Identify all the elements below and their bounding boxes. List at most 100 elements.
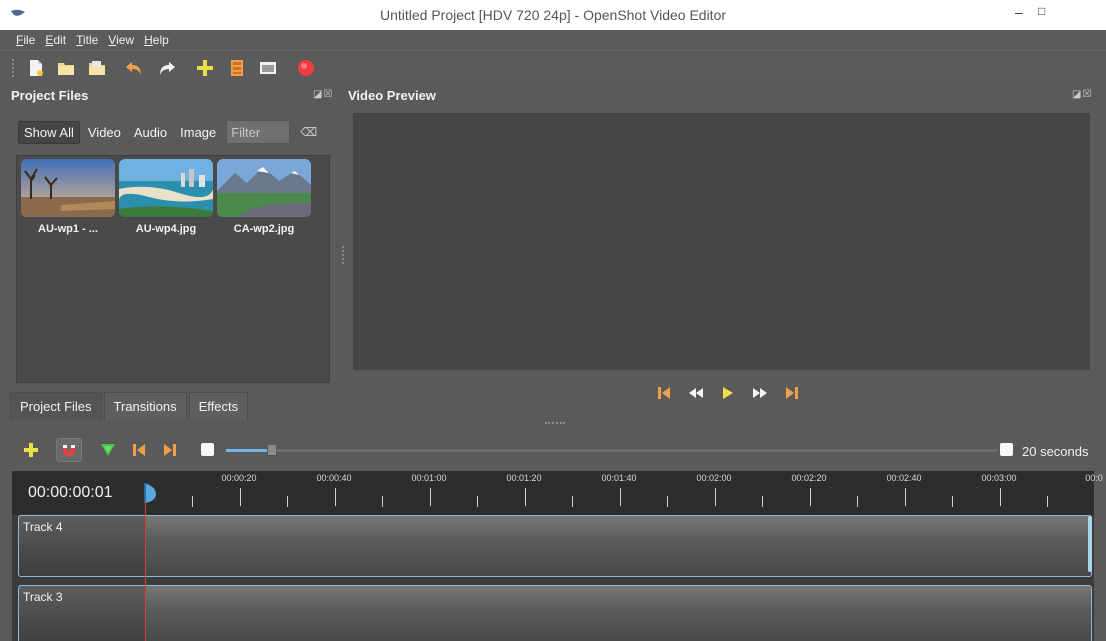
maximize-button[interactable]: □	[1038, 4, 1045, 18]
add-track-icon[interactable]	[18, 438, 44, 462]
project-files-list[interactable]: AU-wp1 - ... AU-wp4.jpg CA-wp2.jpg	[16, 155, 330, 383]
horizontal-splitter[interactable]	[545, 422, 565, 424]
save-project-icon[interactable]	[87, 58, 107, 78]
title-bar: Untitled Project [HDV 720 24p] - OpenSho…	[0, 0, 1106, 30]
file-thumbnail	[217, 159, 311, 217]
dock-float-close-icon[interactable]: ◪☒	[1072, 89, 1092, 100]
play-icon[interactable]	[712, 383, 744, 403]
timeline-scrollbar[interactable]	[1088, 516, 1092, 572]
toolbar-grip[interactable]	[12, 59, 15, 77]
ruler-tick	[192, 496, 193, 507]
transport-controls	[648, 383, 808, 403]
track-header[interactable]: Track 4	[19, 516, 146, 576]
file-item[interactable]: CA-wp2.jpg	[216, 159, 312, 235]
file-label: CA-wp2.jpg	[233, 223, 295, 235]
filter-audio-button[interactable]: Audio	[129, 122, 172, 143]
filter-show-all-button[interactable]: Show All	[18, 120, 80, 144]
filter-video-button[interactable]: Video	[83, 122, 126, 143]
ruler-tick	[1047, 496, 1048, 507]
ruler-tick	[430, 488, 431, 506]
open-project-icon[interactable]	[56, 58, 76, 78]
zoom-out-checkbox[interactable]	[201, 443, 214, 456]
ruler-tick-label: 00:00:20	[221, 473, 257, 483]
video-preview-canvas	[353, 113, 1090, 370]
menu-file[interactable]: File	[12, 30, 39, 50]
track-row[interactable]: Track 3	[18, 585, 1092, 641]
redo-icon[interactable]	[157, 58, 177, 78]
export-icon[interactable]	[258, 58, 278, 78]
ruler-tick-label: 00:01:20	[506, 473, 542, 483]
jump-to-start-icon[interactable]	[648, 383, 680, 403]
zoom-label: 20 seconds	[1022, 444, 1089, 459]
zoom-slider-track[interactable]	[226, 449, 998, 452]
ruler-tick	[857, 496, 858, 507]
rewind-icon[interactable]	[680, 383, 712, 403]
ruler-tick-label: 00:03:00	[981, 473, 1017, 483]
add-marker-icon[interactable]	[95, 438, 121, 462]
ruler-tick-label: 00:01:00	[411, 473, 447, 483]
ruler-tick	[762, 496, 763, 507]
dock-tabs: Project Files Transitions Effects	[10, 392, 250, 420]
ruler-tick-label: 00:0	[1085, 473, 1103, 483]
zoom-slider-handle[interactable]	[267, 444, 277, 456]
minimize-button[interactable]: –	[1015, 4, 1023, 20]
track-header[interactable]: Track 3	[19, 586, 146, 641]
tab-effects[interactable]: Effects	[188, 392, 249, 420]
dock-float-close-icon[interactable]: ◪☒	[313, 89, 333, 100]
menu-view[interactable]: View	[104, 30, 138, 50]
file-label: AU-wp1 - ...	[38, 223, 98, 235]
ruler-tick	[335, 488, 336, 506]
record-icon[interactable]	[296, 58, 316, 78]
menu-help[interactable]: Help	[140, 30, 173, 50]
main-toolbar	[0, 50, 1106, 84]
ruler-tick-label: 00:00:40	[316, 473, 352, 483]
ruler-tick	[1000, 488, 1001, 506]
ruler-tick-label: 00:01:40	[601, 473, 637, 483]
next-marker-icon[interactable]	[157, 438, 183, 462]
ruler-tick	[572, 496, 573, 507]
file-label: AU-wp4.jpg	[135, 223, 197, 235]
ruler-tick	[715, 488, 716, 506]
ruler-tick	[382, 496, 383, 507]
tab-project-files[interactable]: Project Files	[10, 392, 102, 420]
ruler-tick	[477, 496, 478, 507]
menu-title[interactable]: Title	[72, 30, 102, 50]
zoom-in-checkbox[interactable]	[1000, 443, 1013, 456]
playhead-handle-icon[interactable]	[143, 482, 157, 504]
ruler-tick	[240, 488, 241, 506]
import-files-icon[interactable]	[195, 58, 215, 78]
tab-transitions[interactable]: Transitions	[103, 392, 187, 420]
ruler-tick	[810, 488, 811, 506]
zoom-slider-fill	[226, 449, 272, 452]
ruler-tick-label: 00:02:40	[886, 473, 922, 483]
timeline-ruler[interactable]	[12, 471, 1094, 515]
ruler-tick	[667, 496, 668, 507]
ruler-tick	[905, 488, 906, 506]
track-row[interactable]: Track 4	[18, 515, 1092, 577]
video-preview-title: Video Preview	[348, 88, 436, 103]
jump-to-end-icon[interactable]	[776, 383, 808, 403]
undo-icon[interactable]	[124, 58, 144, 78]
file-thumbnail	[21, 159, 115, 217]
new-project-icon[interactable]	[26, 58, 46, 78]
previous-marker-icon[interactable]	[126, 438, 152, 462]
file-item[interactable]: AU-wp1 - ...	[20, 159, 116, 235]
timecode-display: 00:00:00:01	[28, 484, 113, 501]
menu-edit[interactable]: Edit	[41, 30, 70, 50]
fast-forward-icon[interactable]	[744, 383, 776, 403]
ruler-tick-label: 00:02:20	[791, 473, 827, 483]
clear-filter-icon[interactable]: ⌫	[300, 125, 317, 139]
track-label: Track 4	[23, 520, 63, 534]
filter-image-button[interactable]: Image	[175, 122, 221, 143]
file-item[interactable]: AU-wp4.jpg	[118, 159, 214, 235]
snapping-icon[interactable]	[56, 438, 82, 462]
file-thumbnail	[119, 159, 213, 217]
playhead-line[interactable]	[145, 502, 146, 641]
filter-input[interactable]	[226, 120, 291, 144]
ruler-tick	[287, 496, 288, 507]
ruler-tick	[620, 488, 621, 506]
project-files-title: Project Files	[11, 88, 89, 103]
ruler-tick	[525, 488, 526, 506]
vertical-splitter[interactable]	[342, 246, 344, 264]
profile-icon[interactable]	[227, 58, 247, 78]
